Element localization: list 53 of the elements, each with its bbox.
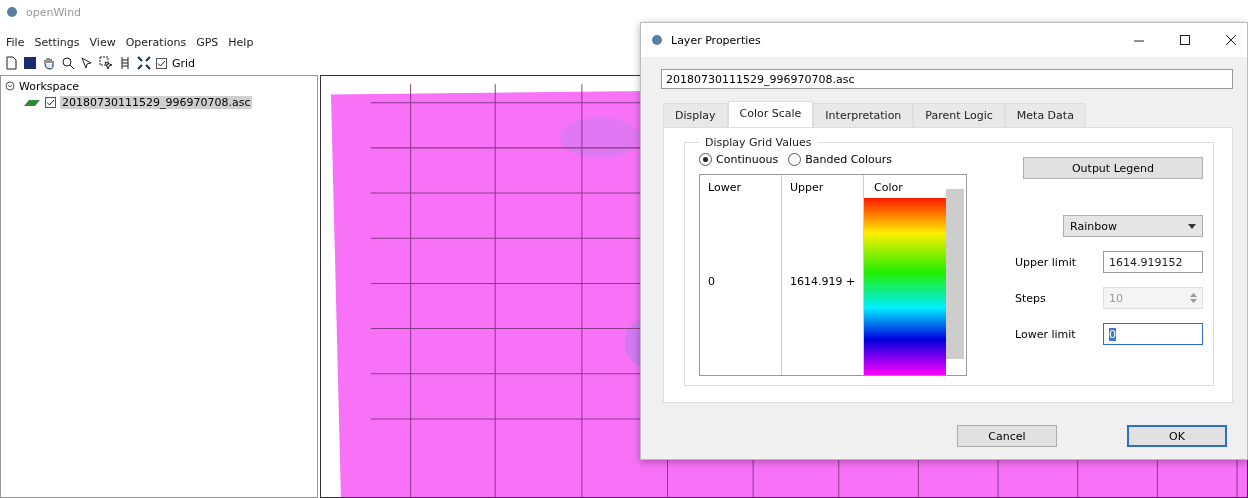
layer-icon: [23, 97, 41, 107]
layer-name-field[interactable]: 20180730111529_996970708.asc: [661, 69, 1233, 89]
field-label: Steps: [1015, 291, 1046, 305]
column-header: Lower: [708, 181, 742, 194]
tree-item[interactable]: Workspace: [19, 79, 80, 93]
column-header: Color: [873, 180, 904, 196]
tab[interactable]: Display: [663, 103, 728, 127]
menu-item[interactable]: GPS: [196, 36, 219, 49]
dropdown-arrow-icon: [1188, 223, 1196, 229]
select-icon[interactable]: [99, 56, 113, 70]
table-cell: 1614.919 +: [790, 275, 855, 288]
tab[interactable]: Interpretation: [813, 103, 914, 127]
ruler-icon[interactable]: [118, 56, 132, 70]
app-icon: [651, 34, 663, 46]
menu-item[interactable]: Help: [228, 36, 254, 49]
pointer-icon[interactable]: [80, 56, 94, 70]
color-scheme-dropdown[interactable]: Rainbow: [1063, 215, 1203, 237]
radio-button[interactable]: [788, 153, 802, 166]
menu-item[interactable]: Settings: [34, 36, 80, 49]
checkbox[interactable]: [45, 96, 56, 108]
app-icon: [6, 6, 18, 18]
menu-item[interactable]: Operations: [125, 36, 187, 49]
column-header: Upper: [790, 181, 825, 194]
table-cell-text: 0: [708, 275, 716, 288]
radio-button[interactable]: [699, 153, 712, 166]
dialog-button[interactable]: OK: [1127, 425, 1227, 447]
menu-item[interactable]: File: [6, 36, 25, 49]
tab[interactable]: Parent Logic: [913, 103, 1005, 127]
new-file-icon[interactable]: [4, 56, 18, 70]
field-label: Lower limit: [1015, 327, 1076, 341]
menu-item[interactable]: View: [89, 36, 116, 49]
tab[interactable]: Color Scale: [727, 101, 814, 127]
upper-limit-field[interactable]: 1614.919152: [1103, 251, 1203, 273]
field-label: Upper limit: [1015, 255, 1076, 269]
output-legend-button[interactable]: Output Legend: [1023, 157, 1203, 179]
radio-label: Continuous: [716, 153, 779, 166]
checkbox[interactable]: [156, 57, 167, 69]
collapse-icon[interactable]: [5, 81, 15, 91]
hand-icon[interactable]: [42, 56, 56, 70]
search-icon[interactable]: [61, 56, 75, 70]
grid-label: Grid: [172, 56, 196, 70]
close-icon[interactable]: [1225, 34, 1237, 46]
tree-item[interactable]: 20180730111529_996970708.asc: [60, 95, 253, 109]
extent-icon[interactable]: [137, 56, 151, 70]
group-title: Display Grid Values: [704, 136, 813, 149]
dialog-title: Layer Properties: [671, 33, 761, 47]
save-icon[interactable]: [23, 56, 37, 70]
maximize-icon[interactable]: [1179, 34, 1191, 46]
dialog-button[interactable]: Cancel: [957, 425, 1057, 447]
lower-limit-field[interactable]: 0: [1103, 323, 1203, 345]
tab[interactable]: Meta Data: [1004, 103, 1086, 127]
radio-label: Banded Colours: [805, 153, 893, 166]
window-title: openWind: [26, 5, 82, 19]
